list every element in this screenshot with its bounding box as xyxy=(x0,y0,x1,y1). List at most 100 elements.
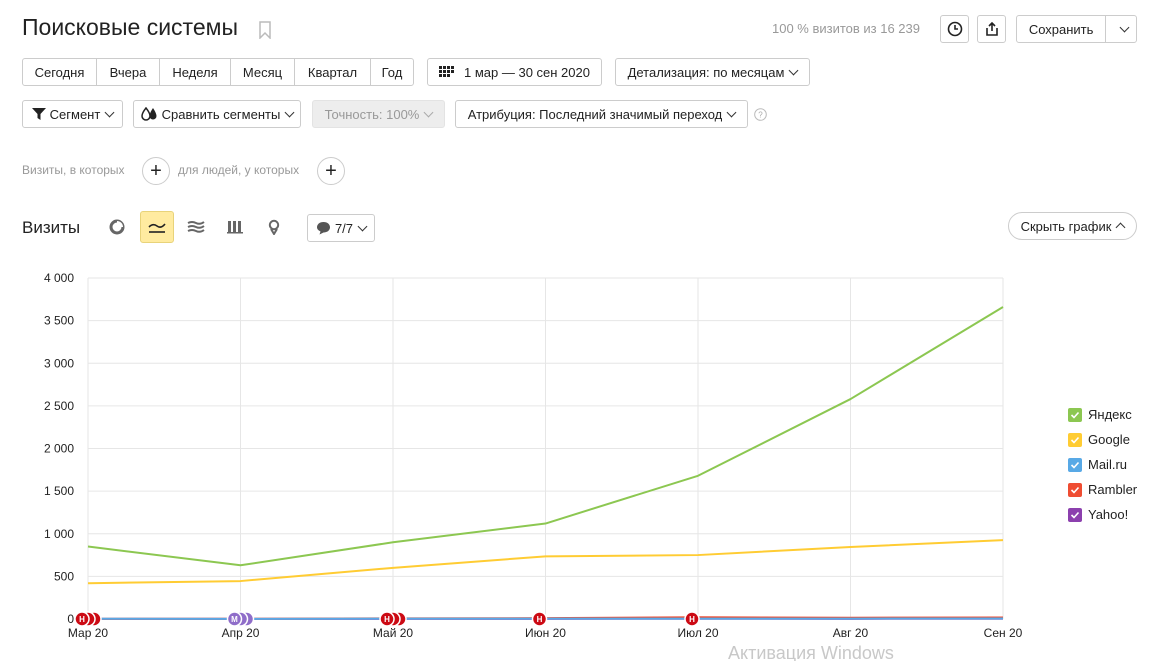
save-button-group: Сохранить xyxy=(1016,15,1137,43)
period-today[interactable]: Сегодня xyxy=(23,59,97,85)
y-tick-label: 500 xyxy=(54,569,74,583)
bookmark-icon[interactable] xyxy=(258,21,272,39)
segment-label: Сегмент xyxy=(49,106,101,122)
annotation-marker[interactable]: М xyxy=(226,611,255,627)
share-visits-text: 100 % визитов из 16 239 xyxy=(771,21,920,36)
annotation-marker-label: М xyxy=(231,615,238,624)
pie-chart-button[interactable] xyxy=(100,211,134,243)
annotations-dropdown[interactable]: 7/7 xyxy=(307,214,375,242)
accuracy-dropdown: Точность: 100% xyxy=(312,100,445,128)
map-button[interactable] xyxy=(257,211,291,243)
x-tick-label: Сен 20 xyxy=(984,626,1023,640)
legend-item[interactable]: Яндекс xyxy=(1068,402,1137,427)
date-range-label: 1 мар — 30 сен 2020 xyxy=(464,64,590,80)
y-tick-label: 3 500 xyxy=(44,314,74,328)
hide-chart-label: Скрыть график xyxy=(1020,218,1112,234)
legend-label: Rambler xyxy=(1088,482,1138,497)
period-quarter[interactable]: Квартал xyxy=(295,59,371,85)
attribution-label: Атрибуция: Последний значимый переход xyxy=(467,106,723,122)
date-range-picker[interactable]: 1 мар — 30 сен 2020 xyxy=(427,58,602,86)
chevron-down-icon xyxy=(284,107,295,117)
check-icon xyxy=(1070,511,1080,519)
compare-icon xyxy=(140,107,157,121)
y-tick-label: 3 000 xyxy=(44,356,74,370)
page-title: Поисковые системы xyxy=(22,14,238,40)
visits-line-chart: 05001 0001 5002 0002 5003 0003 5004 000 … xyxy=(44,271,1023,640)
clock-icon xyxy=(947,21,962,37)
plus-icon: + xyxy=(325,160,337,182)
windows-activation-watermark: Активация Windows xyxy=(728,643,894,661)
add-visit-condition-button[interactable]: + xyxy=(142,157,170,185)
annotation-marker[interactable]: Н xyxy=(379,611,407,627)
annotation-marker[interactable]: Н xyxy=(684,611,700,627)
period-yesterday[interactable]: Вчера xyxy=(97,59,160,85)
y-tick-label: 4 000 xyxy=(44,271,74,285)
attribution-dropdown[interactable]: Атрибуция: Последний значимый переход xyxy=(455,100,748,128)
period-week[interactable]: Неделя xyxy=(160,59,231,85)
period-selector: Сегодня Вчера Неделя Месяц Квартал Год xyxy=(22,58,414,86)
chart-legend: Яндекс Google Mail.ru Rambler Yahoo! xyxy=(1068,402,1137,527)
legend-item[interactable]: Mail.ru xyxy=(1068,452,1137,477)
save-options-button[interactable] xyxy=(1106,16,1136,42)
legend-checkbox[interactable] xyxy=(1068,507,1082,522)
period-year[interactable]: Год xyxy=(371,59,413,85)
chevron-down-icon xyxy=(104,107,115,117)
y-tick-label: 2 500 xyxy=(44,399,74,413)
x-tick-label: Апр 20 xyxy=(222,626,260,640)
bar-chart-button[interactable] xyxy=(218,211,252,243)
chevron-down-icon xyxy=(788,65,799,75)
detail-dropdown[interactable]: Детализация: по месяцам xyxy=(615,58,810,86)
plus-icon: + xyxy=(150,160,162,182)
annotation-marker[interactable]: Н xyxy=(74,611,102,627)
legend-label: Google xyxy=(1088,432,1130,447)
y-tick-label: 2 000 xyxy=(44,442,74,456)
chevron-down-icon xyxy=(726,107,737,117)
save-button[interactable]: Сохранить xyxy=(1017,16,1107,42)
map-icon xyxy=(268,219,280,235)
export-button[interactable] xyxy=(977,15,1006,43)
calendar-icon xyxy=(439,66,454,77)
line-chart-icon xyxy=(148,223,166,233)
legend-item[interactable]: Rambler xyxy=(1068,477,1137,502)
hide-chart-button[interactable]: Скрыть график xyxy=(1008,212,1137,240)
legend-item[interactable]: Yahoo! xyxy=(1068,502,1137,527)
legend-checkbox[interactable] xyxy=(1068,407,1082,422)
chart-section-title: Визиты xyxy=(22,218,81,237)
chevron-down-icon xyxy=(357,221,368,231)
x-tick-label: Июн 20 xyxy=(525,626,566,640)
legend-checkbox[interactable] xyxy=(1068,457,1082,472)
line-chart-button[interactable] xyxy=(140,211,174,243)
legend-checkbox[interactable] xyxy=(1068,482,1082,497)
check-icon xyxy=(1070,461,1080,469)
x-tick-label: Июл 20 xyxy=(677,626,718,640)
comment-icon xyxy=(316,222,330,235)
share-icon xyxy=(985,21,998,36)
annotations-count: 7/7 xyxy=(334,220,354,236)
people-condition-label: для людей, у которых xyxy=(178,163,300,177)
annotation-marker[interactable]: Н xyxy=(531,611,548,627)
compare-segments-dropdown[interactable]: Сравнить сегменты xyxy=(133,100,301,128)
legend-label: Mail.ru xyxy=(1088,457,1128,472)
chevron-up-icon xyxy=(1115,222,1126,233)
annotation-marker-label: Н xyxy=(689,615,695,624)
pie-chart-icon xyxy=(109,219,125,235)
y-tick-label: 1 000 xyxy=(44,527,74,541)
y-tick-label: 0 xyxy=(67,612,74,626)
history-button[interactable] xyxy=(940,15,969,43)
area-chart-button[interactable] xyxy=(179,211,213,243)
check-icon xyxy=(1070,411,1080,419)
segment-dropdown[interactable]: Сегмент xyxy=(22,100,123,128)
svg-text:?: ? xyxy=(758,111,763,120)
help-icon[interactable]: ? xyxy=(754,108,767,121)
compare-label: Сравнить сегменты xyxy=(161,106,281,122)
y-tick-label: 1 500 xyxy=(44,484,74,498)
legend-label: Яндекс xyxy=(1088,407,1132,422)
period-month[interactable]: Месяц xyxy=(231,59,295,85)
x-tick-label: Май 20 xyxy=(373,626,414,640)
bar-chart-icon xyxy=(227,221,243,234)
x-tick-label: Авг 20 xyxy=(833,626,869,640)
legend-item[interactable]: Google xyxy=(1068,427,1137,452)
add-people-condition-button[interactable]: + xyxy=(317,157,345,185)
detail-label: Детализация: по месяцам xyxy=(627,64,785,80)
legend-checkbox[interactable] xyxy=(1068,432,1082,447)
